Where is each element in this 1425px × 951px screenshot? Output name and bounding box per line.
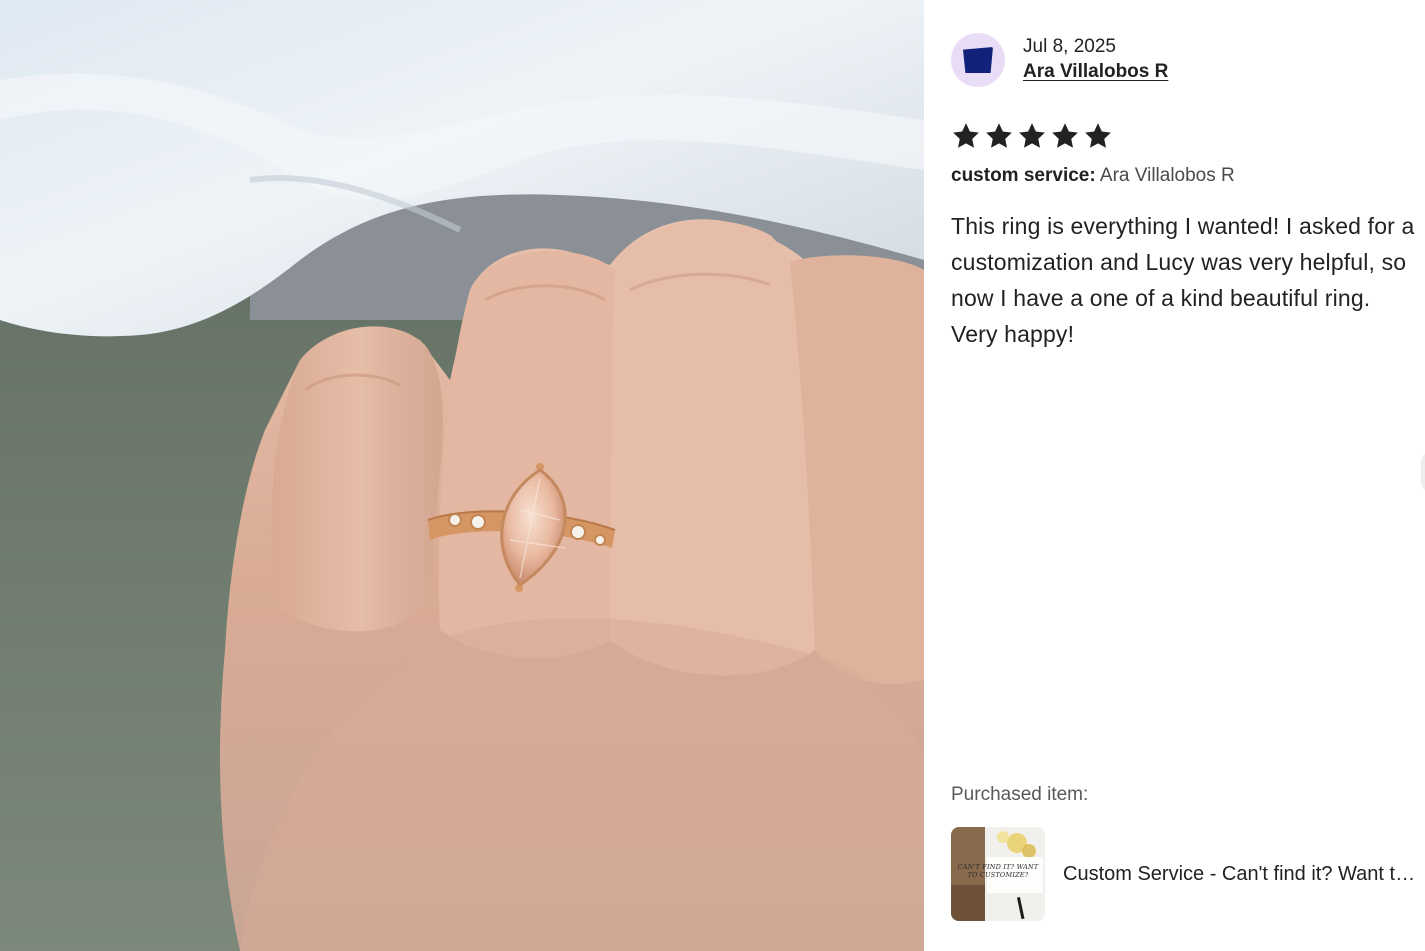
- star-icon: [1052, 123, 1078, 148]
- purchased-item-label: Purchased item:: [951, 784, 1089, 805]
- ring-hand-image: [0, 0, 924, 951]
- star-icon: [953, 123, 979, 148]
- reviewer-name-link[interactable]: Ara Villalobos R: [1023, 59, 1168, 85]
- star-icon: [1019, 123, 1045, 148]
- purchased-item-link[interactable]: CAN'T FIND IT? WANT TO CUSTOMIZE? Custom…: [951, 827, 1425, 921]
- variation-line: custom service: Ara Villalobos R: [951, 164, 1235, 188]
- thumbnail-text: CAN'T FIND IT? WANT TO CUSTOMIZE?: [957, 863, 1039, 879]
- avatar-shape-icon: [963, 47, 993, 73]
- purchased-item-thumbnail[interactable]: CAN'T FIND IT? WANT TO CUSTOMIZE?: [951, 827, 1045, 921]
- star-icon: [986, 123, 1012, 148]
- star-rating: [951, 121, 1113, 151]
- review-date: Jul 8, 2025: [1023, 36, 1116, 57]
- reviewer-meta: Jul 8, 2025 Ara Villalobos R: [1023, 35, 1168, 85]
- reviewer-avatar[interactable]: [951, 33, 1005, 87]
- purchased-item-title[interactable]: Custom Service - Can't find it? Want to …: [1063, 863, 1425, 886]
- reviewer-header: Jul 8, 2025 Ara Villalobos R: [951, 33, 1168, 87]
- review-panel: Jul 8, 2025 Ara Villalobos R custom serv…: [924, 0, 1425, 951]
- star-icon: [1085, 123, 1111, 148]
- variation-label: custom service:: [951, 165, 1096, 186]
- review-photo[interactable]: [0, 0, 924, 951]
- next-arrow-edge[interactable]: [1421, 452, 1425, 492]
- review-text: This ring is everything I wanted! I aske…: [951, 213, 1415, 347]
- variation-value: Ara Villalobos R: [1099, 165, 1235, 186]
